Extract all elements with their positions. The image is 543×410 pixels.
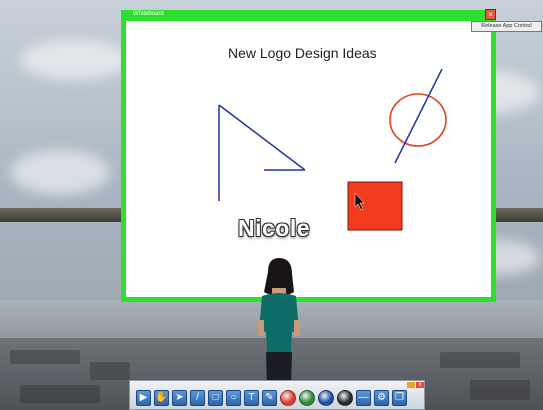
- color-swatch-3[interactable]: [318, 390, 334, 406]
- stone: [440, 352, 520, 368]
- stone: [10, 350, 80, 364]
- stone: [20, 385, 100, 403]
- hand-icon[interactable]: ✋: [154, 390, 169, 406]
- play-icon[interactable]: ▶: [136, 390, 151, 406]
- wall-left: [0, 208, 125, 222]
- stone: [90, 362, 130, 380]
- pages-icon[interactable]: ❐: [392, 390, 407, 406]
- red-ellipse: [389, 93, 447, 147]
- avatar[interactable]: [254, 258, 304, 388]
- whiteboard-drawing: [218, 68, 447, 231]
- pointer-icon[interactable]: ➤: [172, 390, 187, 406]
- stone: [470, 380, 530, 400]
- color-swatch-1[interactable]: [280, 390, 296, 406]
- cloud: [10, 150, 110, 195]
- color-swatch-4[interactable]: [337, 390, 353, 406]
- diagonal-line: [394, 68, 443, 164]
- line-icon[interactable]: /: [190, 390, 205, 406]
- text-icon[interactable]: T: [244, 390, 259, 406]
- toolbar-close-icon[interactable]: x: [416, 382, 424, 388]
- wall-right: [493, 208, 543, 222]
- avatar-name-tag: Nicole: [238, 215, 311, 241]
- circle-icon[interactable]: ○: [226, 390, 241, 406]
- close-icon[interactable]: ×: [485, 9, 496, 20]
- settings-icon[interactable]: ⚙: [374, 390, 389, 406]
- cloud: [20, 40, 130, 80]
- rectangle-icon[interactable]: □: [208, 390, 223, 406]
- triangle-line: [218, 104, 306, 171]
- minimize-icon[interactable]: [407, 382, 415, 388]
- color-swatch-2[interactable]: [299, 390, 315, 406]
- eraser-icon[interactable]: ✎: [262, 390, 277, 406]
- pen-size-icon[interactable]: —: [356, 390, 371, 406]
